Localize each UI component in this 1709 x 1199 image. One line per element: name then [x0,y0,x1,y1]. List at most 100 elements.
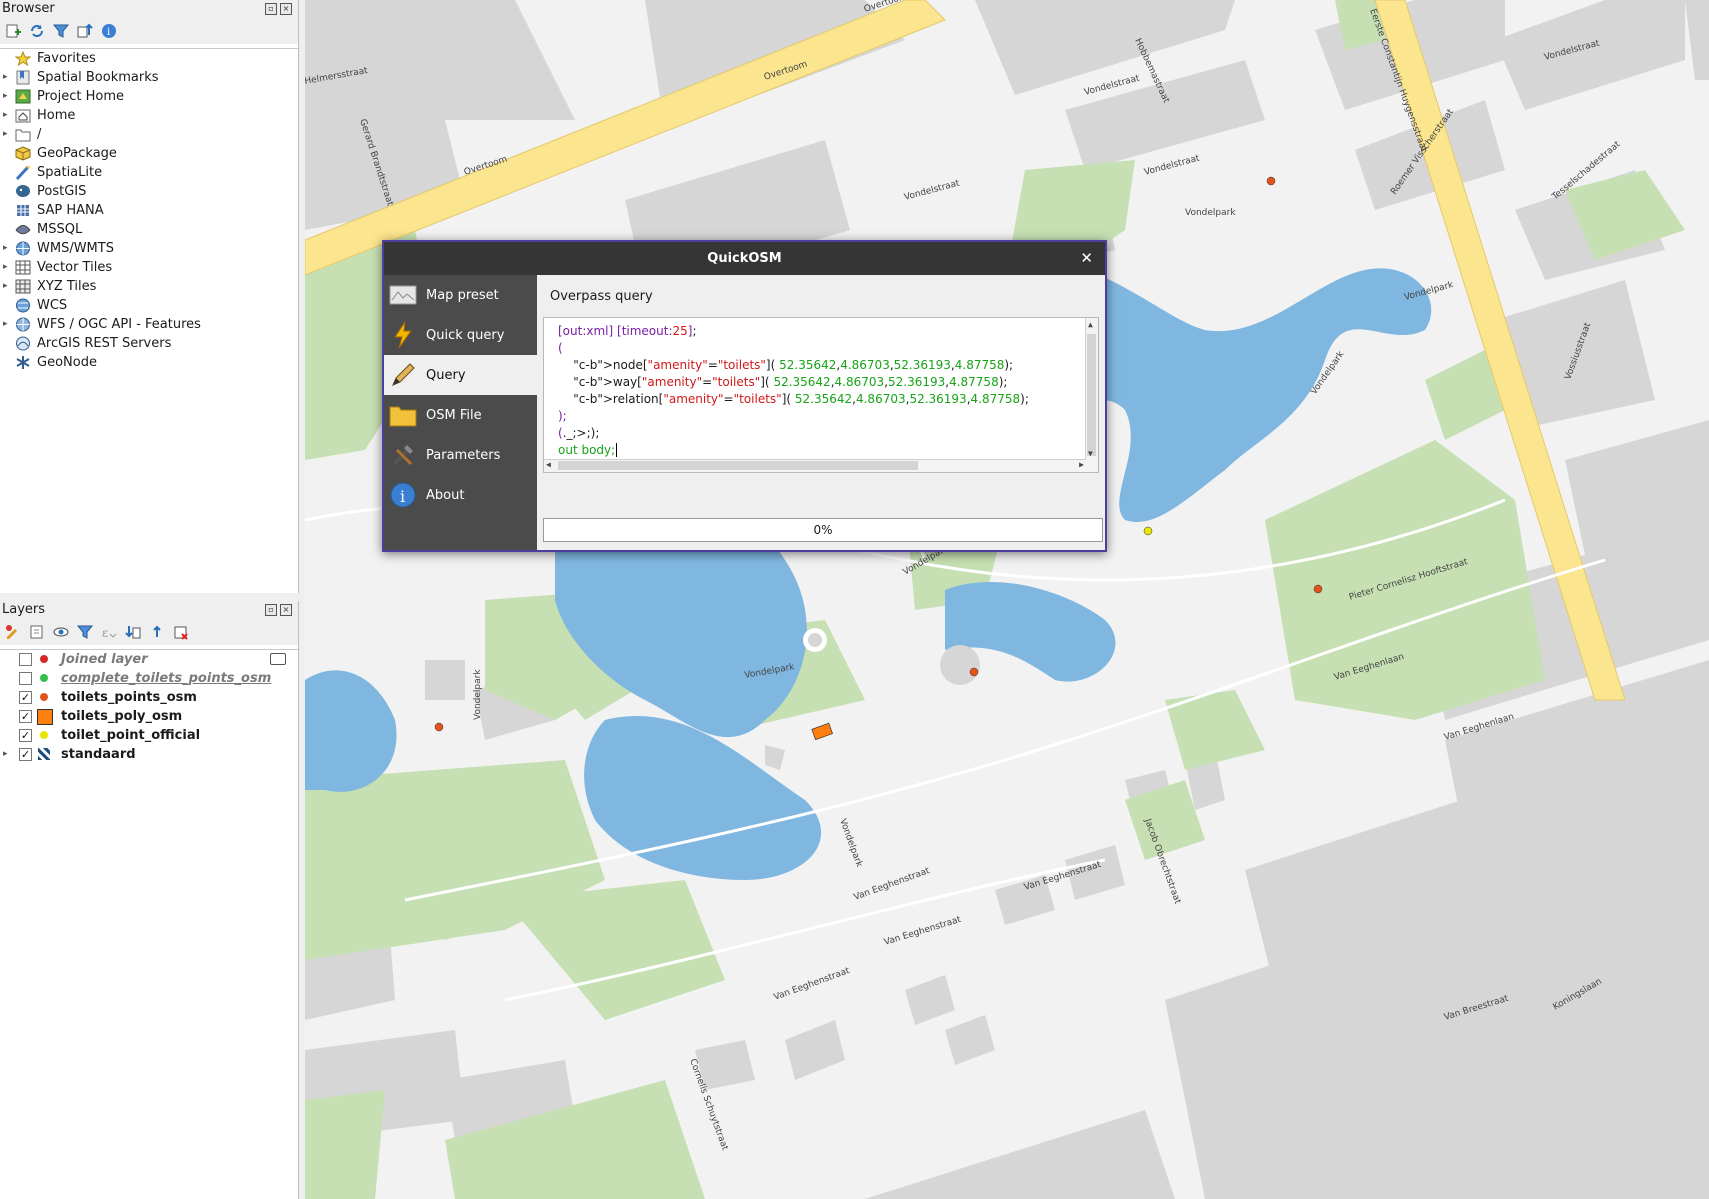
browser-item-label: Spatial Bookmarks [37,70,159,85]
expand-arrow-icon[interactable]: ▸ [3,68,8,87]
close-icon[interactable]: ✕ [1080,242,1093,275]
nav-item[interactable]: Parameters [384,435,537,475]
browser-item[interactable]: ▸ Project Home [0,87,298,106]
browser-item[interactable]: Favorites [0,49,298,68]
layer-item[interactable]: ✓ toilets_points_osm [0,688,298,707]
query-text[interactable]: [out:xml] [timeout:25]; ( "c-b">node["am… [558,323,1029,459]
browser-item[interactable]: ▸ WFS / OGC API - Features [0,315,298,334]
close-icon[interactable]: × [280,3,292,15]
geonode-icon [15,355,31,370]
nav-item[interactable]: Map preset [384,275,537,315]
nav-item[interactable]: i About [384,475,537,515]
nav-item[interactable]: Quick query [384,315,537,355]
layer-visibility-checkbox[interactable]: ✓ [19,748,32,761]
progress-bar: 0% [543,518,1103,542]
layer-visibility-checkbox[interactable] [19,672,32,685]
browser-item[interactable]: ▸ Spatial Bookmarks [0,68,298,87]
browser-item[interactable]: ▸ WMS/WMTS [0,239,298,258]
vertical-scrollbar[interactable]: ▲ ▼ [1085,318,1098,472]
street-label: Vondelpark [744,662,796,681]
layer-item[interactable]: ✓ toilets_poly_osm [0,707,298,726]
layer-item[interactable]: Joined layer [0,650,298,669]
expand-arrow-icon[interactable]: ▸ [3,258,8,277]
dock-splitter[interactable] [0,593,298,601]
scrollbar-thumb[interactable] [1087,334,1096,456]
browser-item-label: / [37,127,42,142]
layers-panel-title: Layers ▫ × [0,601,298,619]
arcgis-icon [15,336,31,351]
svg-text:i: i [400,487,405,506]
scroll-up-icon[interactable]: ▲ [1088,320,1093,329]
visibility-icon[interactable] [52,623,70,641]
layer-visibility-checkbox[interactable]: ✓ [19,691,32,704]
browser-item[interactable]: SpatiaLite [0,163,298,182]
browser-item[interactable]: ▸ XYZ Tiles [0,277,298,296]
browser-item[interactable]: GeoNode [0,353,298,372]
expand-all-icon[interactable] [124,623,142,641]
layer-item[interactable]: ✓ toilet_point_official [0,726,298,745]
browser-item-label: Favorites [37,51,96,66]
layer-visibility-checkbox[interactable]: ✓ [19,729,32,742]
query-editor[interactable]: [out:xml] [timeout:25]; ( "c-b">node["am… [543,317,1099,473]
scroll-left-icon[interactable]: ◀ [546,460,551,469]
browser-item[interactable]: SAP HANA [0,201,298,220]
browser-item-label: Home [37,108,76,123]
filter-legend-icon[interactable] [76,623,94,641]
collapse-all-layers-icon[interactable] [148,623,166,641]
browser-item[interactable]: ▸ Home [0,106,298,125]
street-label: Tesselschadestraat [1550,139,1623,203]
street-label: Jacob Obrechtstraat [1142,817,1183,906]
scroll-down-icon[interactable]: ▼ [1088,449,1093,458]
folder-icon [15,127,31,142]
layers-tree: Joined layer complete_toilets_points_osm ✓… [0,649,298,1199]
folder-icon [388,400,418,430]
nav-item[interactable]: OSM File [384,395,537,435]
add-selected-layers-icon[interactable] [4,22,22,40]
map-canvas[interactable]: Overtoom Overtoom Overtoom Helmersstraat Ger… [305,0,1709,1199]
collapse-all-icon[interactable] [76,22,94,40]
layer-item[interactable]: ▸ ✓ standaard [0,745,298,764]
expand-arrow-icon[interactable]: ▸ [3,125,8,144]
add-group-icon[interactable] [28,623,46,641]
browser-item[interactable]: ArcGIS REST Servers [0,334,298,353]
browser-item[interactable]: ▸ Vector Tiles [0,258,298,277]
street-label: Vondelpark [837,818,864,870]
filter-icon[interactable] [52,22,70,40]
wfs-icon [15,317,31,332]
browser-item[interactable]: WCS [0,296,298,315]
float-icon[interactable]: ▫ [265,3,277,15]
street-label: Koningslaan [1552,977,1604,1013]
street-label: Helmersstraat [305,66,369,87]
browser-item[interactable]: PostGIS [0,182,298,201]
refresh-icon[interactable] [28,22,46,40]
remove-layer-icon[interactable] [172,623,190,641]
browser-item[interactable]: ▸ / [0,125,298,144]
expand-arrow-icon[interactable]: ▸ [3,745,8,764]
properties-icon[interactable]: i [100,22,118,40]
layer-visibility-checkbox[interactable] [19,653,32,666]
browser-item[interactable]: GeoPackage [0,144,298,163]
expand-arrow-icon[interactable]: ▸ [3,239,8,258]
layers-toolbar: ε [0,619,298,645]
nav-item-label: Parameters [426,447,501,463]
street-label: Van Eeghenstraat [773,966,852,1003]
layer-item[interactable]: complete_toilets_points_osm [0,669,298,688]
float-icon[interactable]: ▫ [265,604,277,616]
layer-item-label: toilet_point_official [61,728,201,743]
expand-arrow-icon[interactable]: ▸ [3,106,8,125]
style-manager-icon[interactable] [4,623,22,641]
expand-arrow-icon[interactable]: ▸ [3,87,8,106]
close-icon[interactable]: × [280,604,292,616]
browser-item[interactable]: MSSQL [0,220,298,239]
hscrollbar-thumb[interactable] [558,461,918,470]
filter-expression-icon[interactable]: ε [100,623,118,641]
expand-arrow-icon[interactable]: ▸ [3,277,8,296]
layer-visibility-checkbox[interactable]: ✓ [19,710,32,723]
browser-item-label: SpatiaLite [37,165,103,180]
street-label: Van Eeghenlaan [1443,712,1515,743]
horizontal-scrollbar[interactable]: ◀ ▶ [544,459,1086,472]
street-label: Van Breestraat [1443,994,1510,1023]
scroll-right-icon[interactable]: ▶ [1079,460,1084,469]
nav-item[interactable]: Query [384,355,537,395]
expand-arrow-icon[interactable]: ▸ [3,315,8,334]
